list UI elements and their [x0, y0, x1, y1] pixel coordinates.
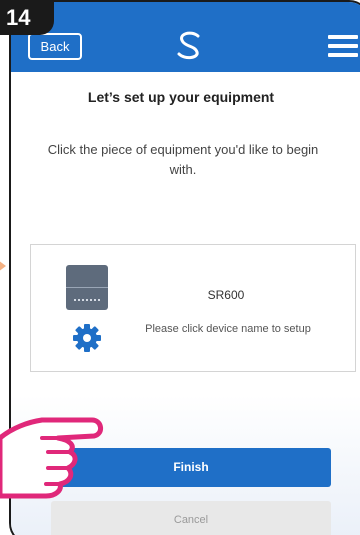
hamburger-menu-icon[interactable] [328, 35, 358, 57]
device-setup-hint: Please click device name to setup [145, 323, 311, 335]
pointer-arrow-icon [0, 257, 6, 275]
step-number-badge: 14 [0, 0, 54, 35]
pointing-hand-icon [0, 417, 103, 499]
device-thumbnail-icon [66, 265, 108, 310]
page-title: Let’s set up your equipment [87, 89, 275, 105]
device-card[interactable]: SR600 Please click device name to setup [30, 244, 356, 372]
page-subtitle: Click the piece of equipment you'd like … [47, 142, 319, 177]
salus-logo-icon [177, 31, 200, 60]
gear-icon[interactable] [72, 323, 102, 353]
back-button[interactable]: Back [28, 33, 82, 60]
device-name-link[interactable]: SR600 [176, 288, 276, 302]
top-bar: Back [11, 2, 360, 72]
